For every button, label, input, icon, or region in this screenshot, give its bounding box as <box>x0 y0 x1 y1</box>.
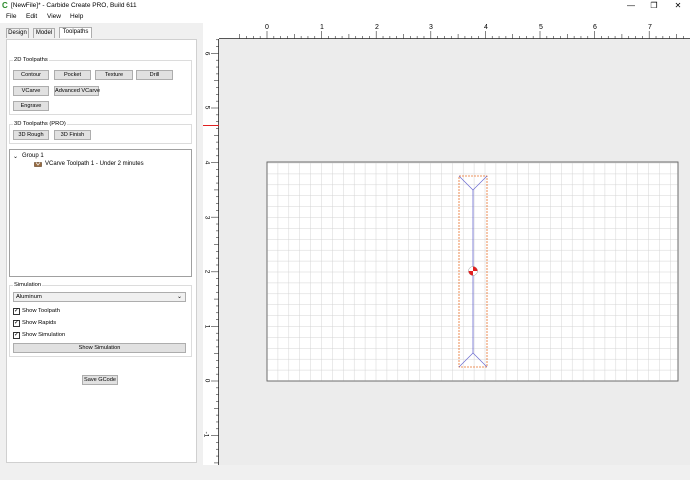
menu-help[interactable]: Help <box>70 13 83 20</box>
status-bar <box>0 465 690 480</box>
save-gcode-button[interactable]: Save GCode <box>82 375 118 385</box>
origin-marker-icon <box>468 266 478 276</box>
drill-button[interactable]: Drill <box>136 70 173 80</box>
group-2d-title: 2D Toolpaths <box>13 57 49 63</box>
close-button[interactable]: ✕ <box>666 0 690 12</box>
restore-button[interactable]: ❐ <box>642 0 666 12</box>
chevron-down-icon: ⌄ <box>176 294 182 300</box>
show-rapids-checkbox[interactable]: ✓ <box>13 320 20 327</box>
stock-workspace[interactable] <box>203 23 690 465</box>
design-canvas-area[interactable]: 0 1 2 3 4 5 6 7 6 5 4 3 2 1 0 -1 <box>202 23 690 465</box>
show-toolpath-checkbox[interactable]: ✓ <box>13 308 20 315</box>
chevron-down-icon[interactable]: ⌄ <box>13 153 18 160</box>
3d-finish-button[interactable]: 3D Finish <box>54 130 91 140</box>
simulation-title: Simulation <box>13 282 43 288</box>
group-3d-title: 3D Toolpaths (PRO) <box>13 121 67 127</box>
toolpaths-panel: 2D Toolpaths Contour Pocket Texture Dril… <box>6 39 197 463</box>
ruler-position-marker <box>203 125 219 126</box>
show-simulation-button[interactable]: Show Simulation <box>13 343 186 353</box>
vcarve-button[interactable]: VCarve <box>13 86 49 96</box>
menu-edit[interactable]: Edit <box>26 13 37 20</box>
contour-button[interactable]: Contour <box>13 70 49 80</box>
menu-bar: File Edit View Help <box>0 12 690 23</box>
show-toolpath-label: Show Toolpath <box>22 308 60 314</box>
show-simulation-checkbox[interactable]: ✓ <box>13 332 20 339</box>
texture-button[interactable]: Texture <box>95 70 133 80</box>
show-simulation-label: Show Simulation <box>22 332 66 338</box>
toolpath-tree[interactable]: ⌄ Group 1 VCarve Toolpath 1 - Under 2 mi… <box>9 149 192 277</box>
tab-toolpaths[interactable]: Toolpaths <box>59 27 92 38</box>
vcarve-toolpath-icon <box>34 162 42 167</box>
carbide-c-icon: C <box>2 1 8 10</box>
material-select[interactable]: Aluminum ⌄ <box>13 292 186 302</box>
menu-view[interactable]: View <box>47 13 61 20</box>
material-select-value: Aluminum <box>16 294 42 300</box>
tree-toolpath-item[interactable]: VCarve Toolpath 1 - Under 2 minutes <box>45 161 144 167</box>
engrave-button[interactable]: Engrave <box>13 101 49 111</box>
carbide-create-window: C [NewFile]* - Carbide Create PRO, Build… <box>0 0 690 480</box>
window-title: [NewFile]* - Carbide Create PRO, Build 6… <box>11 2 137 9</box>
minimize-button[interactable]: — <box>619 0 643 12</box>
advanced-vcarve-button[interactable]: Advanced VCarve <box>54 86 100 96</box>
show-rapids-label: Show Rapids <box>22 320 57 326</box>
tab-model[interactable]: Model <box>33 28 55 38</box>
tree-group-label[interactable]: Group 1 <box>22 153 44 159</box>
pocket-button[interactable]: Pocket <box>54 70 91 80</box>
tab-design[interactable]: Design <box>6 28 29 38</box>
title-bar: C [NewFile]* - Carbide Create PRO, Build… <box>0 0 690 12</box>
menu-file[interactable]: File <box>6 13 16 20</box>
3d-rough-button[interactable]: 3D Rough <box>13 130 49 140</box>
